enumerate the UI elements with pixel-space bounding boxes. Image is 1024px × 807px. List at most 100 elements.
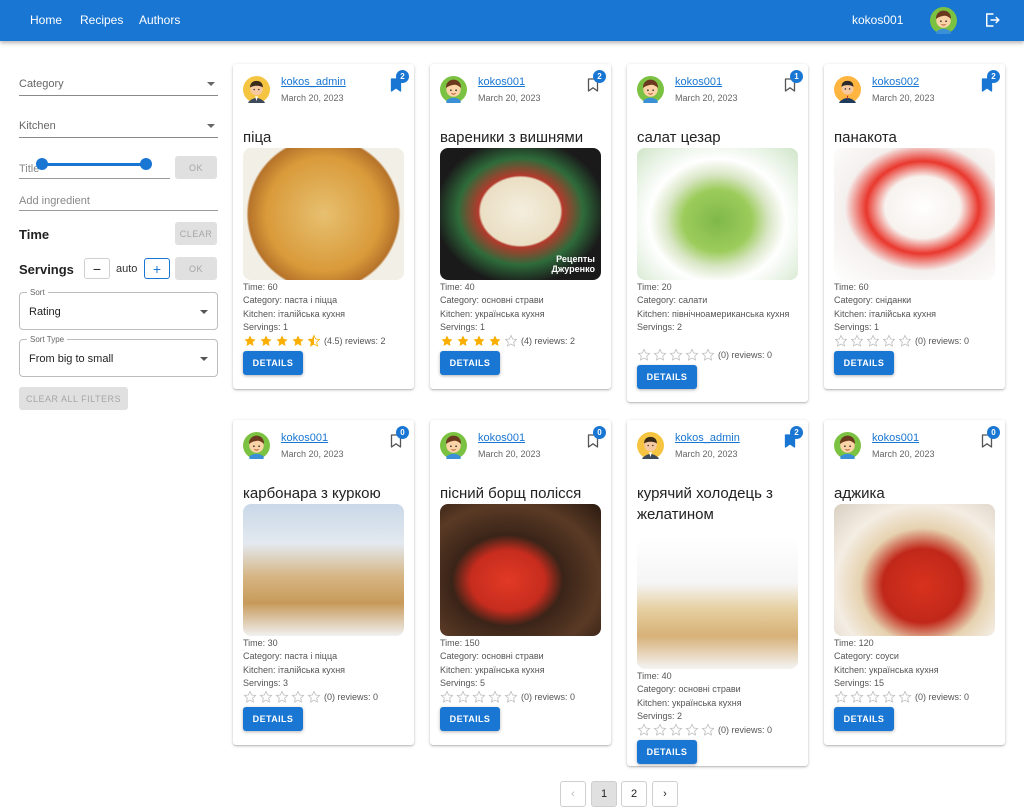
star-empty-icon[interactable]: [653, 723, 667, 737]
chevron-down-icon: [200, 310, 208, 314]
star-empty-icon[interactable]: [685, 348, 699, 362]
star-empty-icon[interactable]: [488, 690, 502, 704]
time-clear-button[interactable]: CLEAR: [175, 222, 217, 245]
star-empty-icon[interactable]: [259, 690, 273, 704]
servings-decrement-button[interactable]: −: [84, 258, 110, 279]
star-empty-icon[interactable]: [834, 690, 848, 704]
star-half-icon[interactable]: [307, 334, 321, 348]
author-avatar[interactable]: [637, 76, 664, 103]
star-empty-icon[interactable]: [882, 690, 896, 704]
star-empty-icon[interactable]: [834, 334, 848, 348]
nav-home[interactable]: Home: [30, 13, 62, 27]
sort-type-select[interactable]: Sort Type From big to small: [19, 335, 218, 377]
author-avatar[interactable]: [440, 432, 467, 459]
details-button[interactable]: DETAILS: [440, 707, 500, 732]
star-full-icon[interactable]: [275, 334, 289, 348]
star-empty-icon[interactable]: [850, 690, 864, 704]
star-empty-icon[interactable]: [440, 690, 454, 704]
logout-icon[interactable]: [983, 11, 1001, 29]
details-button[interactable]: DETAILS: [243, 707, 303, 732]
star-empty-icon[interactable]: [637, 348, 651, 362]
rating-stars[interactable]: (0) reviews: 0: [637, 347, 772, 363]
star-empty-icon[interactable]: [243, 690, 257, 704]
details-button[interactable]: DETAILS: [440, 351, 500, 376]
author-link[interactable]: kokos002: [872, 76, 919, 88]
rating-stars[interactable]: (4.5) reviews: 2: [243, 333, 386, 349]
rating-stars[interactable]: (4) reviews: 2: [440, 333, 575, 349]
time-slider-max-thumb[interactable]: [140, 158, 152, 170]
nav-recipes[interactable]: Recipes: [80, 13, 123, 27]
servings-increment-button[interactable]: +: [144, 258, 170, 279]
star-empty-icon[interactable]: [504, 690, 518, 704]
recipe-date: March 20, 2023: [281, 93, 344, 103]
star-empty-icon[interactable]: [669, 348, 683, 362]
star-empty-icon[interactable]: [275, 690, 289, 704]
author-avatar[interactable]: [834, 76, 861, 103]
author-avatar[interactable]: [637, 432, 664, 459]
star-empty-icon[interactable]: [701, 723, 715, 737]
star-empty-icon[interactable]: [850, 334, 864, 348]
time-slider-min-thumb[interactable]: [36, 158, 48, 170]
star-full-icon[interactable]: [291, 334, 305, 348]
rating-stars[interactable]: (0) reviews: 0: [834, 333, 969, 349]
star-empty-icon[interactable]: [898, 690, 912, 704]
author-link[interactable]: kokos_admin: [281, 76, 346, 88]
time-range-slider[interactable]: [36, 158, 152, 170]
star-full-icon[interactable]: [440, 334, 454, 348]
user-avatar[interactable]: [930, 7, 957, 34]
author-link[interactable]: kokos001: [281, 432, 328, 444]
category-select[interactable]: Category: [19, 70, 218, 96]
rating-stars[interactable]: (0) reviews: 0: [440, 689, 575, 705]
kitchen-select[interactable]: Kitchen: [19, 112, 218, 138]
star-empty-icon[interactable]: [866, 690, 880, 704]
star-empty-icon[interactable]: [472, 690, 486, 704]
star-empty-icon[interactable]: [866, 334, 880, 348]
author-avatar[interactable]: [440, 76, 467, 103]
author-avatar[interactable]: [243, 76, 270, 103]
details-button[interactable]: DETAILS: [834, 707, 894, 732]
photo-watermark: Рецепты Джуренко: [551, 254, 595, 274]
star-empty-icon[interactable]: [669, 723, 683, 737]
star-empty-icon[interactable]: [898, 334, 912, 348]
sort-select[interactable]: Sort Rating: [19, 288, 218, 330]
clear-all-filters-button[interactable]: CLEAR ALL FILTERS: [19, 387, 128, 410]
star-empty-icon[interactable]: [504, 334, 518, 348]
star-empty-icon[interactable]: [307, 690, 321, 704]
pagination-page-2[interactable]: 2: [621, 781, 647, 807]
star-full-icon[interactable]: [243, 334, 257, 348]
star-empty-icon[interactable]: [653, 348, 667, 362]
star-empty-icon[interactable]: [291, 690, 305, 704]
details-button[interactable]: DETAILS: [834, 351, 894, 376]
pagination-next-button[interactable]: ›: [652, 781, 678, 807]
author-link[interactable]: kokos001: [872, 432, 919, 444]
author-link[interactable]: kokos_admin: [675, 432, 740, 444]
star-empty-icon[interactable]: [637, 723, 651, 737]
rating-stars[interactable]: (0) reviews: 0: [243, 689, 378, 705]
details-button[interactable]: DETAILS: [637, 740, 697, 765]
star-full-icon[interactable]: [259, 334, 273, 348]
author-avatar[interactable]: [834, 432, 861, 459]
star-empty-icon[interactable]: [701, 348, 715, 362]
pagination-prev-button[interactable]: ‹: [560, 781, 586, 807]
star-empty-icon[interactable]: [456, 690, 470, 704]
details-button[interactable]: DETAILS: [243, 351, 303, 376]
author-link[interactable]: kokos001: [675, 76, 722, 88]
star-empty-icon[interactable]: [685, 723, 699, 737]
star-full-icon[interactable]: [488, 334, 502, 348]
servings-ok-button[interactable]: OK: [175, 257, 217, 280]
author-link[interactable]: kokos001: [478, 432, 525, 444]
ingredient-input[interactable]: [19, 189, 218, 207]
details-button[interactable]: DETAILS: [637, 364, 697, 389]
nav-authors[interactable]: Authors: [139, 13, 180, 27]
pagination-page-1[interactable]: 1: [591, 781, 617, 807]
star-full-icon[interactable]: [472, 334, 486, 348]
author-avatar[interactable]: [243, 432, 270, 459]
title-ok-button[interactable]: OK: [175, 156, 217, 179]
recipe-title: піца: [243, 129, 272, 146]
ingredient-field[interactable]: [19, 189, 218, 211]
rating-stars[interactable]: (0) reviews: 0: [637, 722, 772, 738]
rating-stars[interactable]: (0) reviews: 0: [834, 689, 969, 705]
star-empty-icon[interactable]: [882, 334, 896, 348]
author-link[interactable]: kokos001: [478, 76, 525, 88]
star-full-icon[interactable]: [456, 334, 470, 348]
